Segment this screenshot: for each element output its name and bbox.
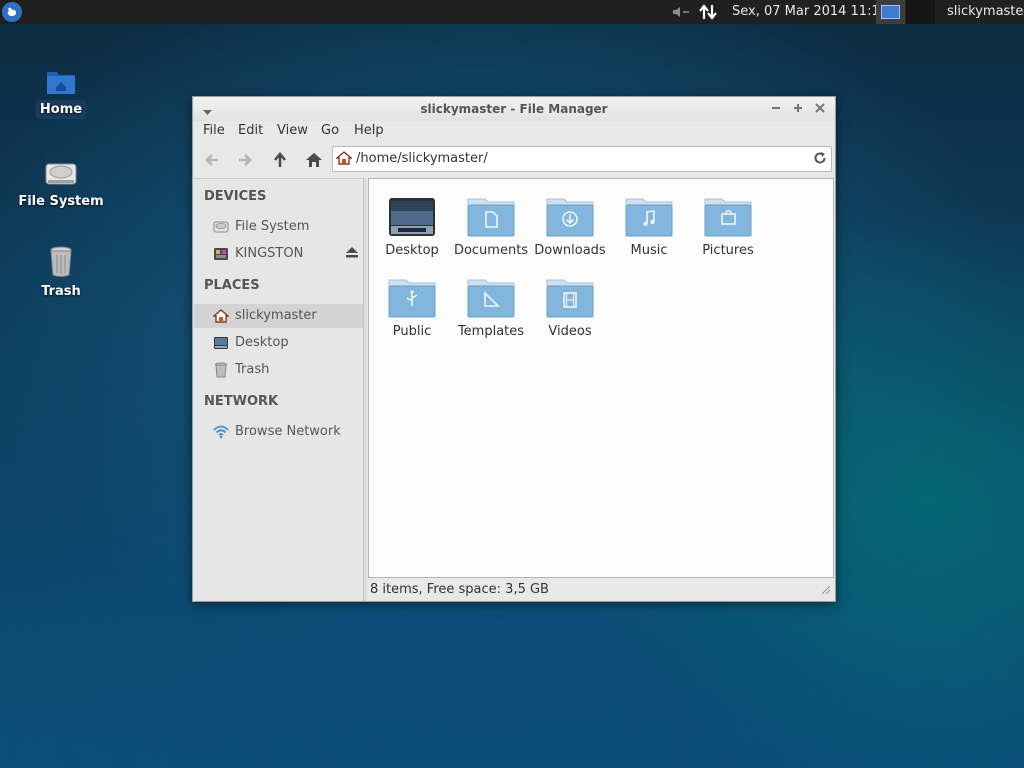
menu-edit[interactable]: Edit <box>238 123 263 138</box>
file-item-label: Templates <box>457 324 525 339</box>
file-item-public[interactable]: Public <box>372 276 452 339</box>
sidebar-item-file-system[interactable]: File System <box>194 215 363 239</box>
menu-go[interactable]: Go <box>321 123 339 138</box>
pane-splitter[interactable] <box>363 178 367 601</box>
maximize-button[interactable] <box>791 101 805 115</box>
panel-clock[interactable]: Sex, 07 Mar 2014 11:11 <box>732 4 888 19</box>
network-transfer-icon[interactable] <box>699 3 717 25</box>
volume-muted-icon[interactable] <box>671 4 691 24</box>
desktop-icon-file-system[interactable]: File System <box>11 148 111 211</box>
home-button[interactable] <box>302 148 326 172</box>
file-item-templates[interactable]: Templates <box>451 276 531 339</box>
sidebar-item-slickymaster[interactable]: slickymaster <box>194 304 363 328</box>
file-item-label: Videos <box>548 324 592 339</box>
status-text: 8 items, Free space: 3,5 GB <box>370 582 549 597</box>
templates-folder-icon <box>451 276 531 318</box>
sidebar-item-label: File System <box>235 219 310 234</box>
workspace-switcher-icon <box>881 5 900 19</box>
file-view[interactable]: Desktop Documents Downloads Music Pictur… <box>368 178 834 578</box>
window-titlebar[interactable]: slickymaster - File Manager <box>193 97 835 121</box>
up-button[interactable] <box>268 148 292 172</box>
file-item-desktop[interactable]: Desktop <box>372 195 452 258</box>
sidebar-item-label: Browse Network <box>235 424 341 439</box>
desktop-icon-trash[interactable]: Trash <box>11 238 111 301</box>
home-location-icon <box>335 150 353 170</box>
sidebar-item-label: slickymaster <box>235 308 317 323</box>
sidebar-item-kingston[interactable]: KINGSTON <box>194 242 363 266</box>
back-button[interactable] <box>200 148 224 172</box>
hard-drive-icon <box>11 148 111 188</box>
minimize-button[interactable] <box>769 101 783 115</box>
file-item-videos[interactable]: Videos <box>530 276 610 339</box>
eject-icon[interactable] <box>346 247 358 262</box>
sidebar-item-label: Trash <box>235 362 270 377</box>
menu-file[interactable]: File <box>203 123 225 138</box>
devices-header: DEVICES <box>204 189 267 204</box>
toolbar: /home/slickymaster/ <box>193 144 835 176</box>
home-folder-icon <box>11 56 111 96</box>
forward-icon <box>239 154 252 166</box>
desktop-icon-home[interactable]: Home <box>11 56 111 119</box>
file-item-pictures[interactable]: Pictures <box>688 195 768 258</box>
file-item-downloads[interactable]: Downloads <box>530 195 610 258</box>
close-button[interactable] <box>813 101 827 115</box>
videos-folder-icon <box>530 276 610 318</box>
workspace-2-button[interactable] <box>906 0 935 24</box>
xfce-logo-icon[interactable] <box>2 2 22 22</box>
sidebar-item-label: KINGSTON <box>235 246 304 261</box>
trash-icon <box>11 238 111 278</box>
status-bar: 8 items, Free space: 3,5 GB <box>368 579 834 601</box>
file-item-label: Music <box>630 243 668 258</box>
forward-button[interactable] <box>233 148 257 172</box>
file-manager-window: slickymaster - File Manager File Edit Vi… <box>192 96 836 602</box>
location-path: /home/slickymaster/ <box>356 151 488 166</box>
desktop-icon-label: File System <box>18 194 104 209</box>
home-icon <box>212 308 230 324</box>
desktop-icon <box>213 335 229 351</box>
file-item-documents[interactable]: Documents <box>451 195 531 258</box>
sidebar-item-desktop[interactable]: Desktop <box>194 331 363 355</box>
location-bar[interactable]: /home/slickymaster/ <box>332 146 832 172</box>
sidebar-item-label: Desktop <box>235 335 289 350</box>
documents-folder-icon <box>451 195 531 237</box>
reload-icon[interactable] <box>813 151 827 169</box>
usb-drive-icon <box>213 246 229 262</box>
file-item-label: Desktop <box>385 243 439 258</box>
back-icon <box>205 154 218 166</box>
desktop-icon-label: Trash <box>41 284 81 299</box>
menu-help[interactable]: Help <box>354 123 384 138</box>
window-title: slickymaster - File Manager <box>420 102 608 116</box>
desktop-icon-label: Home <box>35 100 87 119</box>
sidebar-item-browse-network[interactable]: Browse Network <box>194 420 363 444</box>
menu-view[interactable]: View <box>277 123 308 138</box>
music-folder-icon <box>609 195 689 237</box>
file-item-label: Downloads <box>534 243 606 258</box>
panel-user-menu[interactable]: slickymaster <box>947 4 1024 19</box>
top-panel: Sex, 07 Mar 2014 11:11 slickymaster <box>0 0 1024 24</box>
resize-grip-icon[interactable] <box>821 583 831 598</box>
downloads-folder-icon <box>530 195 610 237</box>
public-folder-icon <box>372 276 452 318</box>
drive-icon <box>213 219 229 235</box>
trash-icon <box>213 362 229 378</box>
home-icon <box>306 153 322 167</box>
file-item-label: Documents <box>453 243 529 258</box>
places-header: PLACES <box>204 278 260 293</box>
file-item-music[interactable]: Music <box>609 195 689 258</box>
desktop-folder-icon <box>372 195 452 237</box>
network-header: NETWORK <box>204 394 279 409</box>
file-item-label: Pictures <box>702 243 754 258</box>
side-pane: DEVICES File System KINGSTON PLACES slic… <box>194 178 363 601</box>
sidebar-item-trash[interactable]: Trash <box>194 358 363 382</box>
workspace-1-button[interactable] <box>876 0 905 24</box>
wifi-icon <box>213 424 229 440</box>
file-item-label: Public <box>392 324 432 339</box>
pictures-folder-icon <box>688 195 768 237</box>
up-icon <box>274 152 286 167</box>
menubar: File Edit View Go Help <box>193 121 835 143</box>
